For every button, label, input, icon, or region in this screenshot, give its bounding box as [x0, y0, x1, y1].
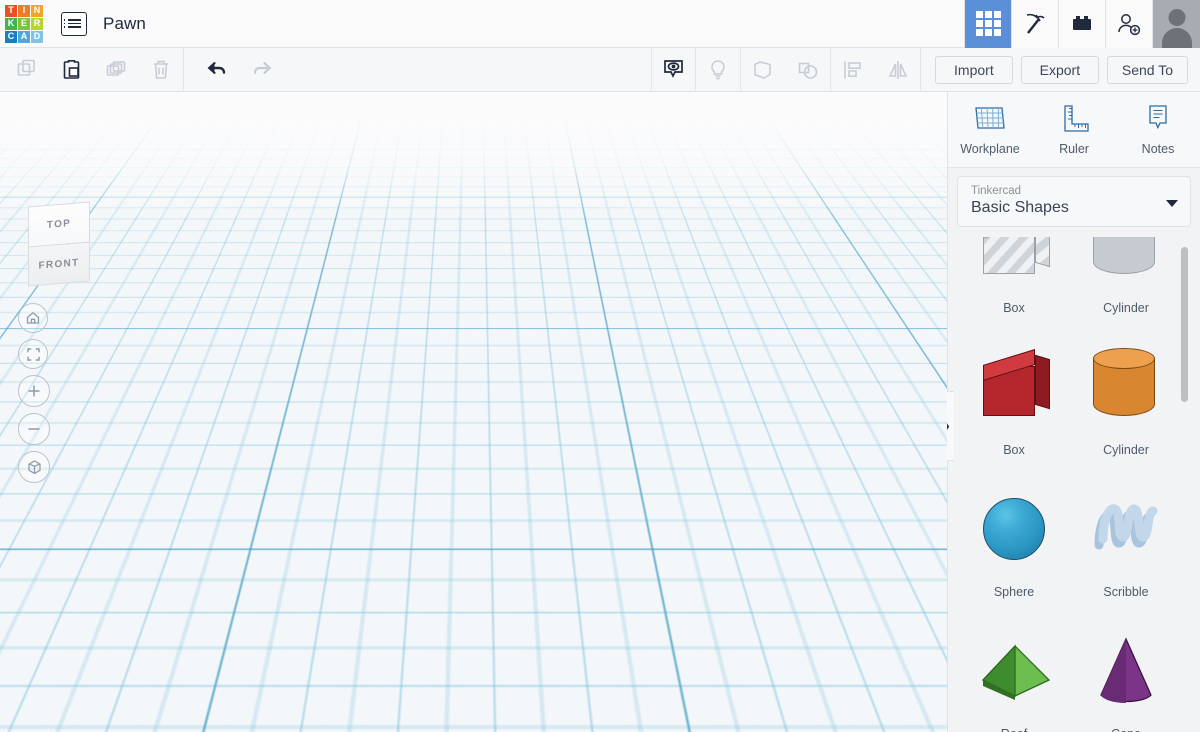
top-bar-actions: [964, 0, 1200, 48]
shape-library-item[interactable]: Box: [958, 327, 1070, 469]
view-cube-front-face[interactable]: FRONT: [28, 241, 90, 287]
zoom-out-button[interactable]: [18, 413, 50, 445]
zoom-in-button[interactable]: [18, 375, 50, 407]
shape-library-item[interactable]: Scribble: [1070, 469, 1182, 611]
list-menu-icon: [63, 26, 81, 28]
grid-glyph: [975, 11, 1001, 36]
tinkercad-logo[interactable]: TIN KER CAD: [3, 2, 45, 45]
delete-button[interactable]: [139, 48, 184, 91]
logo-tile-t: T: [5, 4, 17, 17]
logo-tile-c: C: [5, 30, 17, 43]
redo-button[interactable]: [239, 48, 284, 91]
box-thumbnail-icon: [958, 339, 1070, 435]
send-to-button[interactable]: Send To: [1106, 55, 1188, 84]
workplane-tool-label: Workplane: [960, 142, 1020, 156]
library-selected-value: Basic Shapes: [971, 199, 1069, 216]
avatar-silhouette: [1153, 0, 1200, 48]
workplane-grid: [0, 92, 947, 732]
group-button[interactable]: [741, 48, 786, 91]
lego-brick-icon[interactable]: [1058, 0, 1105, 48]
duplicate-button[interactable]: [94, 48, 139, 91]
gallery-grid-icon[interactable]: [964, 0, 1011, 48]
library-category-label: Tinkercad: [971, 185, 1022, 197]
import-button[interactable]: Import: [934, 55, 1013, 84]
logo-tile-i: I: [18, 4, 30, 17]
shape-library-item-label: Box: [1003, 301, 1025, 315]
shape-library-item-label: Sphere: [993, 585, 1035, 599]
cylinder-thumbnail-icon: [1070, 339, 1182, 435]
sphere-object[interactable]: [197, 454, 337, 594]
pyramid-thumbnail-icon: [958, 623, 1070, 719]
minecraft-pickaxe-icon[interactable]: [1011, 0, 1058, 48]
avatar[interactable]: [1152, 0, 1200, 48]
page-title: Pawn: [103, 13, 146, 33]
shape-library-item[interactable]: Cylinder: [1070, 327, 1182, 469]
library-selector[interactable]: Tinkercad Basic Shapes: [957, 176, 1191, 227]
list-menu-icon: [63, 22, 81, 25]
list-menu-icon: [63, 19, 81, 21]
shape-library-item-label: Cone: [1111, 727, 1141, 732]
document-menu-button[interactable]: [61, 11, 87, 36]
add-person-icon[interactable]: [1105, 0, 1152, 48]
file-actions: Import Export Send To: [921, 48, 1200, 91]
tinkercad-app: TIN KER CAD Pawn Import Export Send To TOP…: [0, 0, 1200, 732]
paste-button[interactable]: [49, 48, 94, 91]
shapes-panel: Workplane Ruler Notes Tinkercad Basic Sh…: [947, 92, 1200, 732]
shape-library-item[interactable]: Roof: [958, 611, 1070, 732]
logo-tile-k: K: [5, 17, 17, 30]
library-selector-wrap: Tinkercad Basic Shapes: [948, 168, 1200, 237]
shape-library-list[interactable]: Box Cylinder Box Cylinder Sphere Scribble: [948, 237, 1200, 732]
box-hole-thumbnail-icon: [958, 237, 1070, 293]
cylinder-hole-thumbnail-icon: [1070, 237, 1182, 293]
shape-library-item-label: Cylinder: [1103, 443, 1149, 457]
shape-list-scrollbar-track[interactable]: [1181, 237, 1194, 732]
mirror-button[interactable]: [876, 48, 921, 91]
fit-view-button[interactable]: [18, 339, 48, 369]
logo-tile-e: E: [18, 17, 30, 30]
workplane-canvas[interactable]: TOP FRONT: [0, 92, 947, 732]
home-view-button[interactable]: [18, 303, 48, 333]
cylinder-top-face: [597, 412, 762, 489]
show-hide-button[interactable]: [650, 48, 696, 91]
cylinder-object[interactable]: [597, 412, 764, 612]
align-button[interactable]: [831, 48, 876, 91]
edit-toolbar: Import Export Send To: [0, 48, 1200, 92]
projection-toggle-button[interactable]: [18, 451, 50, 483]
grid-surface: [0, 92, 947, 110]
ruler-tool[interactable]: Ruler: [1032, 102, 1116, 156]
shape-library-item-label: Cylinder: [1103, 301, 1149, 315]
ungroup-button[interactable]: [786, 48, 831, 91]
view-cube[interactable]: TOP FRONT: [28, 201, 90, 287]
shape-library-item-label: Scribble: [1103, 585, 1149, 599]
shape-list-scrollbar-thumb[interactable]: [1181, 247, 1188, 402]
export-button[interactable]: Export: [1020, 55, 1099, 84]
shape-library-item-label: Box: [1003, 443, 1025, 457]
workplane-tool[interactable]: Workplane: [948, 102, 1032, 156]
light-button[interactable]: [696, 48, 741, 91]
logo-tile-r: R: [31, 17, 43, 30]
scribble-thumbnail-icon: [1070, 481, 1182, 577]
shape-library-item[interactable]: Cone: [1070, 611, 1182, 732]
cone-thumbnail-icon: [1070, 623, 1182, 719]
copy-button[interactable]: [4, 48, 49, 91]
shape-library-item[interactable]: Sphere: [958, 469, 1070, 611]
panel-collapse-handle[interactable]: ❯: [934, 391, 954, 461]
shape-library-item[interactable]: Box: [958, 237, 1070, 327]
top-bar: TIN KER CAD Pawn: [0, 0, 1200, 48]
logo-tile-d: D: [31, 30, 43, 43]
view-cube-top-face[interactable]: TOP: [28, 201, 90, 247]
notes-tool[interactable]: Notes: [1116, 102, 1200, 156]
ruler-tool-label: Ruler: [1059, 142, 1089, 156]
notes-tool-label: Notes: [1141, 142, 1175, 156]
undo-button[interactable]: [194, 48, 239, 91]
sphere-thumbnail-icon: [958, 481, 1070, 577]
shape-library-item-label: Roof: [1001, 727, 1027, 732]
chevron-down-icon: [1166, 199, 1178, 207]
logo-tile-n: N: [31, 4, 43, 17]
logo-tile-a: A: [18, 30, 30, 43]
shape-library-item[interactable]: Cylinder: [1070, 237, 1182, 327]
panel-tools: Workplane Ruler Notes: [948, 92, 1200, 168]
view-navigation-controls: [18, 303, 50, 483]
